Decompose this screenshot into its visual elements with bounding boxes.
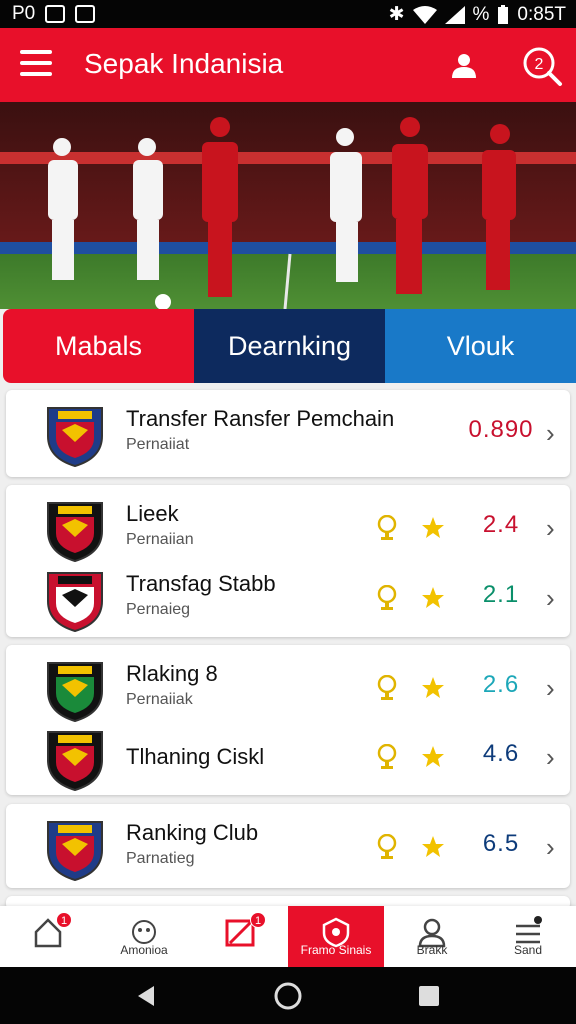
club-crest-icon <box>44 657 106 723</box>
star-icon <box>420 585 446 611</box>
star-icon <box>420 744 446 770</box>
item-rating: 2.4 <box>482 511 520 538</box>
ranking-card: Transfer Ransfer Pemchain Pernaiiat 0.890 › <box>6 390 570 477</box>
item-subtitle: Pernaieg <box>126 601 191 618</box>
club-crest-icon <box>44 567 106 633</box>
trophy-icon <box>374 674 400 701</box>
trophy-icon <box>374 514 400 541</box>
item-rating: 4.6 <box>482 740 520 767</box>
nav-label: Framo Sinais <box>300 943 372 957</box>
user-icon[interactable] <box>448 50 480 82</box>
club-crest-icon <box>44 726 106 792</box>
chevron-right-icon[interactable]: › <box>546 418 555 449</box>
search-icon[interactable]: 2 <box>520 44 564 88</box>
item-title: Ranking Club <box>126 820 259 845</box>
system-navigation-bar <box>0 967 576 1024</box>
star-icon <box>420 834 446 860</box>
battery-percent: % <box>472 3 490 25</box>
chevron-right-icon[interactable]: › <box>546 832 555 863</box>
nav-brakk[interactable]: Brakk <box>384 906 480 967</box>
item-subtitle: Parnatieg <box>126 850 195 867</box>
chevron-right-icon[interactable]: › <box>546 742 555 773</box>
nav-label: Brakk <box>416 943 448 957</box>
app-notification-icon <box>75 5 96 23</box>
tab-vlouk[interactable]: Vlouk <box>385 309 576 383</box>
chevron-right-icon[interactable]: › <box>546 513 555 544</box>
trophy-icon <box>374 584 400 611</box>
list-item[interactable]: Tlhaning Ciskl 4.6 › <box>6 722 570 792</box>
carrier-label: P0 <box>12 3 36 24</box>
status-bar: P0 ✱ % 0:85T <box>0 0 576 28</box>
list-item[interactable]: Ranking Club Parnatieg 6.5 › <box>6 812 570 882</box>
list-item[interactable]: Lieek Pernaiian 2.4 › <box>6 493 570 563</box>
star-icon <box>420 515 446 541</box>
nav-label: Amonioa <box>120 943 168 957</box>
list-item[interactable]: Transfag Stabb Pernaieg 2.1 › <box>6 563 570 633</box>
nav-badge: 1 <box>56 912 72 928</box>
item-title: Transfag Stabb <box>126 571 276 596</box>
tab-mabals[interactable]: Mabals <box>3 309 194 383</box>
battery-icon <box>498 4 509 24</box>
trophy-icon <box>374 743 400 770</box>
bottom-navigation: 1 Amonioa 1 Framo Sinais Brakk Sand <box>0 906 576 967</box>
ranking-card: Lieek Pernaiian 2.4 › Transfag Stabb Pernaie… <box>6 485 570 637</box>
chevron-right-icon[interactable]: › <box>546 583 555 614</box>
tab-dearnking[interactable]: Dearnking <box>194 309 385 383</box>
wifi-icon <box>412 5 437 24</box>
back-icon[interactable] <box>134 984 158 1008</box>
item-rating: 2.6 <box>482 671 520 698</box>
chevron-right-icon[interactable]: › <box>546 673 555 704</box>
app-bar: Sepak Indanisia 2 <box>0 28 576 102</box>
item-rating: 6.5 <box>482 830 520 857</box>
hero-match-photo <box>0 102 576 309</box>
item-title: Rlaking 8 <box>126 661 218 686</box>
item-subtitle: Pernaiiak <box>126 691 193 708</box>
item-rating: 2.1 <box>482 581 520 608</box>
star-icon <box>420 675 446 701</box>
home-circle-icon[interactable] <box>274 982 302 1010</box>
trophy-icon <box>374 833 400 860</box>
signal-icon <box>444 5 465 24</box>
item-subtitle: Pernaiiat <box>126 436 190 453</box>
app-title: Sepak Indanisia <box>84 48 284 79</box>
item-title: Tlhaning Ciskl <box>126 744 265 769</box>
club-crest-icon <box>44 816 106 882</box>
list-item[interactable]: Transfer Ransfer Pemchain Pernaiiat 0.890 › <box>6 398 570 468</box>
search-badge: 2 <box>535 56 544 73</box>
ranking-card: Ranking Club Parnatieg 6.5 › <box>6 804 570 888</box>
club-crest-icon <box>44 402 106 468</box>
nav-badge: 1 <box>250 912 266 928</box>
nav-sand[interactable]: Sand <box>480 906 576 967</box>
category-tabs: Mabals Dearnking Vlouk <box>3 309 576 383</box>
hamburger-menu-icon[interactable] <box>20 50 52 80</box>
item-title: Lieek <box>126 501 179 526</box>
recents-icon[interactable] <box>418 985 440 1007</box>
nav-amonioa[interactable]: Amonioa <box>96 906 192 967</box>
item-rating: 0.890 <box>468 416 534 443</box>
club-crest-icon <box>44 497 106 563</box>
item-title: Transfer Ransfer Pemchain <box>126 406 395 431</box>
nav-label: Sand <box>513 943 543 957</box>
nav-framo-sinais[interactable]: Framo Sinais <box>288 906 384 967</box>
nav-home[interactable]: 1 <box>0 906 96 967</box>
nav-edit[interactable]: 1 <box>192 906 288 967</box>
bluetooth-icon: ✱ <box>388 4 405 25</box>
photo-icon <box>45 5 66 23</box>
clock: 0:85T <box>517 3 566 25</box>
item-subtitle: Pernaiian <box>126 531 194 548</box>
ranking-card: Rlaking 8 Pernaiiak 2.6 › Tlhaning Ciskl 4.6… <box>6 645 570 795</box>
list-item[interactable]: Rlaking 8 Pernaiiak 2.6 › <box>6 653 570 723</box>
